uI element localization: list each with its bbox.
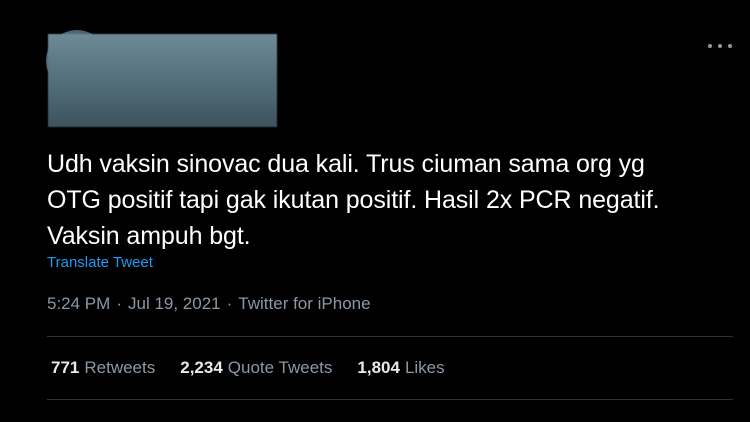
likes-count: 1,804 xyxy=(357,358,400,377)
likes-label: Likes xyxy=(404,358,445,377)
more-dot xyxy=(708,44,712,48)
more-dot xyxy=(718,44,722,48)
tweet-meta: 5:24 PM · Jul 19, 2021 · Twitter for iPhone xyxy=(47,294,371,314)
quote-tweets-count: 2,234 xyxy=(180,358,223,377)
more-dot xyxy=(728,44,732,48)
engagement-stats: 771 Retweets 2,234 Quote Tweets 1,804 Likes xyxy=(51,358,445,378)
tweet-detail: Udh vaksin sinovac dua kali. Trus ciuman… xyxy=(0,0,750,422)
tweet-text-line: Udh vaksin sinovac dua kali. Trus ciuman… xyxy=(47,150,645,178)
tweet-text-line: Vaksin ampuh bgt. xyxy=(47,222,251,250)
more-options-icon[interactable] xyxy=(708,38,732,54)
tweet-time[interactable]: 5:24 PM xyxy=(47,294,110,313)
translate-tweet-link[interactable]: Translate Tweet xyxy=(47,254,153,271)
redacted-author-block xyxy=(48,34,277,127)
retweets-label: Retweets xyxy=(84,358,156,377)
retweets-stat[interactable]: 771 Retweets xyxy=(51,358,155,378)
meta-separator: · xyxy=(226,294,233,313)
tweet-text-line: OTG positif tapi gak ikutan positif. Has… xyxy=(47,186,660,214)
redacted-handle-remnant xyxy=(48,122,228,130)
quote-tweets-label: Quote Tweets xyxy=(227,358,333,377)
tweet-date[interactable]: Jul 19, 2021 xyxy=(128,294,221,313)
tweet-text: Udh vaksin sinovac dua kali. Trus ciuman… xyxy=(47,146,727,254)
meta-separator: · xyxy=(116,294,122,313)
quote-tweets-stat[interactable]: 2,234 Quote Tweets xyxy=(180,358,332,378)
divider xyxy=(47,399,733,400)
divider xyxy=(47,336,733,337)
likes-stat[interactable]: 1,804 Likes xyxy=(357,358,444,378)
retweets-count: 771 xyxy=(51,358,80,377)
tweet-source[interactable]: Twitter for iPhone xyxy=(238,294,370,313)
